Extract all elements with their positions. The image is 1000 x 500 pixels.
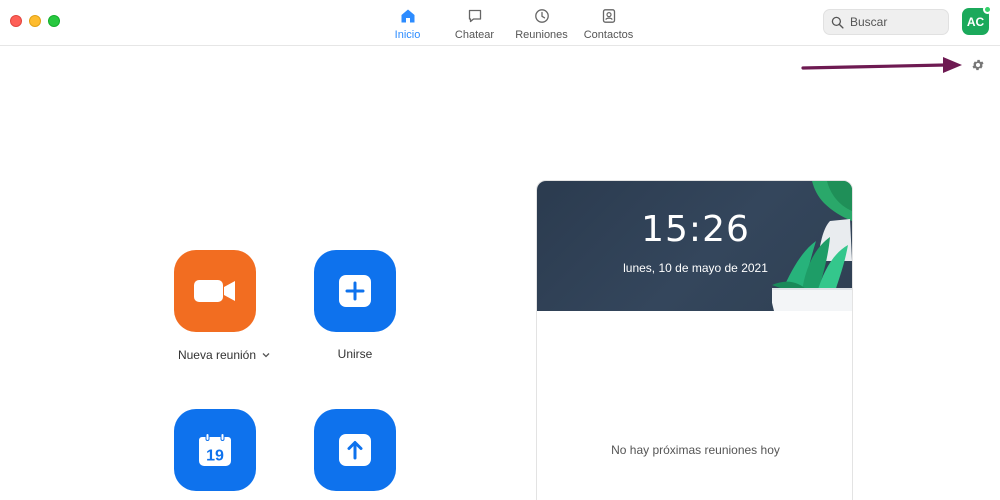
tab-inicio[interactable]: Inicio [374, 6, 441, 42]
chevron-down-icon[interactable] [262, 352, 270, 358]
avatar[interactable]: AC [962, 5, 992, 35]
home-icon [401, 9, 414, 23]
new-meeting-label[interactable]: Nueva reunión [172, 348, 276, 362]
plus-icon [339, 275, 371, 307]
tab-reuniones[interactable]: Reuniones [508, 6, 575, 42]
upload-arrow-icon [339, 434, 371, 466]
search-input[interactable] [850, 15, 945, 29]
window-controls [10, 15, 60, 27]
tab-chatear[interactable]: Chatear [441, 6, 508, 42]
close-window-button[interactable] [10, 15, 22, 27]
search-icon [831, 16, 844, 29]
plant-illustration [772, 181, 852, 311]
annotation-arrow [801, 57, 962, 73]
settings-gear-icon[interactable] [971, 58, 985, 72]
minimize-window-button[interactable] [29, 15, 41, 27]
tab-label: Contactos [583, 29, 634, 41]
main-nav: Inicio Chatear Reuniones Contactos [374, 6, 642, 42]
clock-banner: 15:26 lunes, 10 de mayo de 2021 [537, 181, 852, 311]
status-indicator [983, 5, 992, 14]
tab-contactos[interactable]: Contactos [575, 6, 642, 42]
calendar-day: 19 [206, 448, 224, 465]
video-camera-icon [194, 280, 235, 302]
zoom-window-button[interactable] [48, 15, 60, 27]
tab-label: Chatear [454, 29, 495, 41]
no-meetings-message: No hay próximas reuniones hoy [611, 443, 780, 457]
join-button[interactable] [314, 250, 396, 332]
avatar-initials: AC [966, 14, 985, 29]
tab-label: Reuniones [515, 29, 568, 41]
search-box[interactable] [823, 9, 949, 35]
new-meeting-button[interactable] [174, 250, 256, 332]
upcoming-meetings-card: 15:26 lunes, 10 de mayo de 2021 No hay p… [536, 180, 853, 500]
tab-label: Inicio [394, 29, 421, 41]
share-screen-button[interactable] [314, 409, 396, 491]
clock-icon [534, 9, 549, 23]
calendar-icon: 19 [199, 433, 231, 466]
join-label[interactable]: Unirse [305, 347, 405, 361]
chat-icon [468, 9, 481, 23]
schedule-button[interactable]: 19 [174, 409, 256, 491]
title-bar: Inicio Chatear Reuniones Contactos Busca… [0, 0, 1000, 46]
contacts-icon [602, 9, 615, 23]
